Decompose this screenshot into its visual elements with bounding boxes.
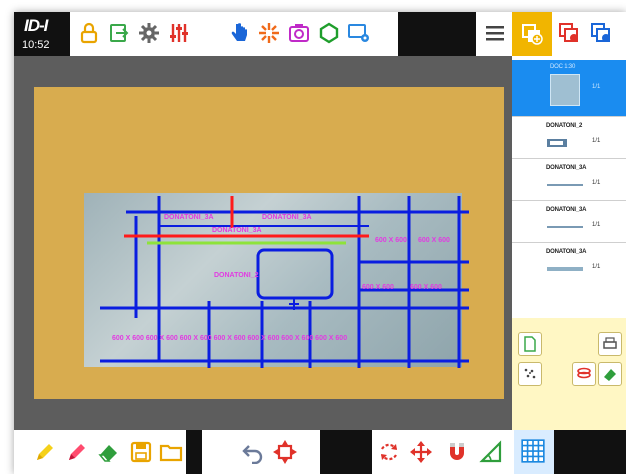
piece-label-row: 600 X 600 600 X 600 600 X 600 600 X 600 … xyxy=(112,335,347,342)
rotate-icon[interactable] xyxy=(374,436,404,468)
top-toolbar: ID-I 10:52 xyxy=(14,12,626,56)
bottom-toolbar xyxy=(14,430,626,474)
piece-label: 600 X 600 xyxy=(410,284,442,291)
layer-item[interactable]: DONATONI_3A 1/1 xyxy=(512,158,626,201)
camera-icon[interactable] xyxy=(284,17,314,49)
layer-info-icon[interactable] xyxy=(586,17,616,49)
layer-thumbnail xyxy=(547,226,583,228)
layer-name: DONATONI_3A xyxy=(546,165,587,171)
piece-label: DONATONI_3A xyxy=(212,227,262,234)
layers-delete-button[interactable] xyxy=(572,362,596,386)
layer-item[interactable]: DONATONI_3A 1/1 xyxy=(512,242,626,285)
lock-icon[interactable] xyxy=(74,17,104,49)
new-document-button[interactable] xyxy=(518,332,542,356)
eraser-icon[interactable] xyxy=(94,436,124,468)
layer-item[interactable]: DONATONI_3A 1/1 xyxy=(512,200,626,243)
printer-icon xyxy=(603,337,617,349)
pencil-yellow-icon[interactable] xyxy=(30,436,60,468)
logo-text: ID-I xyxy=(24,16,48,35)
layer-count: 1/1 xyxy=(592,138,601,144)
scatter-button[interactable] xyxy=(518,362,542,386)
angle-ruler-icon[interactable] xyxy=(476,436,506,468)
layer-item-selected[interactable]: DOC 1:30 1/1 xyxy=(512,60,626,116)
eraser-button[interactable] xyxy=(598,362,622,386)
layer-name: DOC 1:30 xyxy=(550,64,576,70)
grid-button[interactable] xyxy=(514,430,554,474)
piece-label: DONATONI_3A xyxy=(262,214,312,221)
layer-name: DONATONI_3A xyxy=(546,249,587,255)
move-target-icon[interactable] xyxy=(270,436,300,468)
move-arrows-icon[interactable] xyxy=(406,436,436,468)
toolbar-spacer xyxy=(186,430,202,474)
eraser-icon xyxy=(604,369,616,381)
layer-name: DONATONI_2 xyxy=(546,123,583,129)
layers-stack-icon xyxy=(577,367,591,379)
folder-icon[interactable] xyxy=(156,436,186,468)
layer-count: 1/1 xyxy=(592,264,601,270)
layer-thumbnail xyxy=(550,74,580,106)
drawing-canvas[interactable]: DONATONI_3A DONATONI_3A DONATONI_3A DONA… xyxy=(14,56,512,430)
save-icon[interactable] xyxy=(126,436,156,468)
sliders-icon[interactable] xyxy=(164,17,194,49)
screen-settings-icon[interactable] xyxy=(344,17,374,49)
piece-label: DONATONI_3A xyxy=(164,214,214,221)
piece-label: DONATONI_2 xyxy=(214,272,259,279)
grid-icon xyxy=(521,439,545,463)
toolbar-spacer xyxy=(554,430,626,474)
toolbar-spacer xyxy=(398,12,476,56)
layer-thumbnail xyxy=(547,184,583,186)
hand-icon[interactable] xyxy=(224,17,254,49)
layer-count: 1/1 xyxy=(592,180,601,186)
toolbar-spacer xyxy=(320,430,372,474)
document-icon xyxy=(524,336,536,352)
layers-panel: DOC 1:30 1/1 DONATONI_2 1/1 DONATONI_3A … xyxy=(512,56,626,430)
app-window: ID-I 10:52 DONATONI_3A DONATONI_3A DONAT… xyxy=(14,12,626,474)
layer-remove-icon[interactable] xyxy=(554,17,584,49)
export-icon[interactable] xyxy=(104,17,134,49)
layer-item[interactable]: DONATONI_2 1/1 xyxy=(512,116,626,159)
undo-icon[interactable] xyxy=(238,436,268,468)
layers-list: DOC 1:30 1/1 DONATONI_2 1/1 DONATONI_3A … xyxy=(512,56,626,285)
piece-label: 600 X 600 xyxy=(362,284,394,291)
pencil-red-icon[interactable] xyxy=(62,436,92,468)
spark-icon[interactable] xyxy=(254,17,284,49)
layer-count: 1/1 xyxy=(592,84,601,90)
piece-label: 600 X 600 xyxy=(418,237,450,244)
cut-lines-overlay[interactable]: DONATONI_3A DONATONI_3A DONATONI_3A DONA… xyxy=(14,56,512,430)
polygon-icon[interactable] xyxy=(314,17,344,49)
app-logo: ID-I 10:52 xyxy=(14,12,70,56)
inner-piece[interactable] xyxy=(256,248,334,300)
layer-count: 1/1 xyxy=(592,222,601,228)
layer-thumbnail xyxy=(547,139,567,147)
layer-thumbnail xyxy=(547,267,583,271)
menu-icon[interactable] xyxy=(480,17,510,49)
tools-panel xyxy=(512,318,626,430)
print-button[interactable] xyxy=(598,332,622,356)
scatter-icon xyxy=(524,368,536,379)
layer-add-button[interactable] xyxy=(512,12,552,56)
layer-name: DONATONI_3A xyxy=(546,207,587,213)
gear-icon[interactable] xyxy=(134,17,164,49)
clock: 10:52 xyxy=(22,39,50,51)
piece-label: 600 X 600 xyxy=(375,237,407,244)
magnet-icon[interactable] xyxy=(442,436,472,468)
